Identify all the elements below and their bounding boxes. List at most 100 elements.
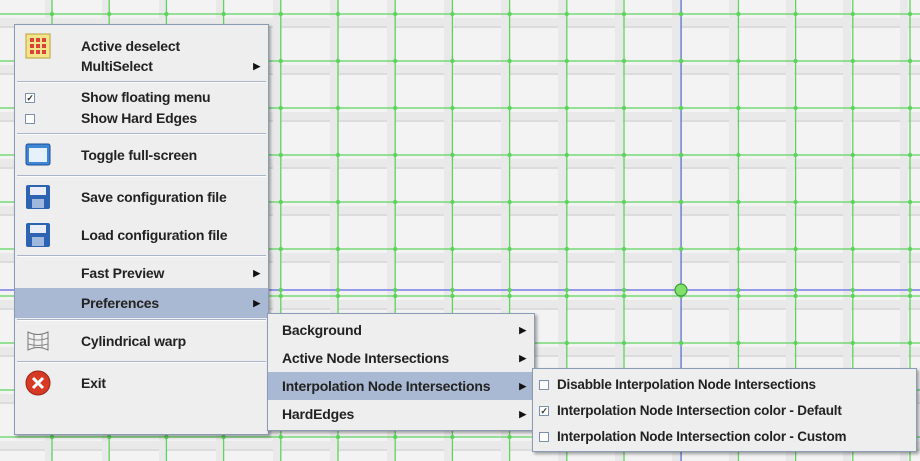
grid-node[interactable] [393,58,398,64]
grid-node[interactable] [850,58,855,64]
grid-node[interactable] [49,11,55,17]
grid-node[interactable] [621,105,627,111]
grid-node[interactable] [507,105,512,111]
grid-node[interactable] [850,11,855,17]
grid-node[interactable] [907,287,913,293]
grid-node[interactable] [278,152,283,158]
grid-node[interactable] [907,340,913,346]
grid-node[interactable] [678,199,684,205]
grid-node[interactable] [278,199,283,205]
grid-node[interactable] [736,11,741,17]
grid-node[interactable] [678,246,684,252]
menu-item-fast-preview[interactable]: Fast Preview ▶ [15,258,268,288]
grid-node[interactable] [450,105,455,111]
grid-node[interactable] [793,11,798,17]
grid-node[interactable] [736,58,741,64]
grid-node[interactable] [564,287,569,293]
grid-node[interactable] [164,434,169,440]
grid-node[interactable] [850,105,855,111]
grid-node[interactable] [736,105,741,111]
grid-node[interactable] [850,287,855,293]
grid-node[interactable] [564,340,569,346]
grid-node[interactable] [450,434,455,440]
grid-node[interactable] [736,340,741,346]
menu-item-multiselect[interactable]: MultiSelect ▶ [15,53,268,80]
grid-node[interactable] [736,152,741,158]
grid-node[interactable] [507,287,512,293]
grid-node[interactable] [621,340,627,346]
grid-node[interactable] [335,199,341,205]
grid-node[interactable] [907,293,913,299]
grid-node[interactable] [621,293,627,299]
active-node[interactable] [674,283,688,297]
grid-node[interactable] [450,11,455,17]
grid-node[interactable] [564,11,569,17]
grid-node[interactable] [335,11,341,17]
grid-node[interactable] [335,152,341,158]
grid-node[interactable] [335,293,341,299]
menu-item-background[interactable]: Background ▶ [268,316,534,344]
menu-item-preferences[interactable]: Preferences ▶ [15,288,268,318]
grid-node[interactable] [621,58,627,64]
grid-node[interactable] [49,434,55,440]
grid-node[interactable] [450,199,455,205]
grid-node[interactable] [736,246,741,252]
grid-node[interactable] [278,246,283,252]
grid-node[interactable] [278,287,283,293]
grid-node[interactable] [621,246,627,252]
grid-node[interactable] [393,287,398,293]
grid-node[interactable] [393,105,398,111]
menu-item-color-custom[interactable]: Interpolation Node Intersection color - … [533,424,916,450]
grid-node[interactable] [335,434,341,440]
grid-node[interactable] [678,58,684,64]
grid-node[interactable] [850,340,855,346]
grid-node[interactable] [164,11,169,17]
grid-node[interactable] [335,105,341,111]
grid-node[interactable] [278,105,283,111]
grid-node[interactable] [564,199,569,205]
menu-item-hardedges[interactable]: HardEdges ▶ [268,400,534,428]
grid-node[interactable] [107,434,112,440]
grid-node[interactable] [507,152,512,158]
menu-item-cylindrical-warp[interactable]: Cylindrical warp [15,322,268,360]
menu-item-color-default[interactable]: ✓ Interpolation Node Intersection color … [533,398,916,424]
grid-node[interactable] [564,105,569,111]
grid-node[interactable] [393,152,398,158]
grid-node[interactable] [278,58,283,64]
grid-node[interactable] [678,340,684,346]
grid-node[interactable] [393,293,398,299]
grid-node[interactable] [335,58,341,64]
grid-node[interactable] [507,246,512,252]
grid-node[interactable] [793,287,798,293]
grid-node[interactable] [221,434,226,440]
grid-node[interactable] [450,293,455,299]
grid-node[interactable] [678,152,684,158]
grid-node[interactable] [621,152,627,158]
grid-node[interactable] [107,11,112,17]
grid-node[interactable] [450,287,455,293]
grid-node[interactable] [393,246,398,252]
grid-node[interactable] [450,152,455,158]
grid-node[interactable] [564,246,569,252]
grid-node[interactable] [793,152,798,158]
grid-node[interactable] [564,152,569,158]
grid-node[interactable] [450,58,455,64]
grid-node[interactable] [850,293,855,299]
grid-node[interactable] [850,199,855,205]
grid-node[interactable] [793,340,798,346]
menu-item-load-configuration[interactable]: Load configuration file [15,216,268,254]
grid-node[interactable] [793,293,798,299]
grid-node[interactable] [907,11,913,17]
grid-node[interactable] [278,434,283,440]
grid-node[interactable] [507,434,512,440]
grid-node[interactable] [335,246,341,252]
grid-node[interactable] [793,105,798,111]
grid-node[interactable] [907,246,913,252]
grid-node[interactable] [907,199,913,205]
menu-item-show-hard-edges[interactable]: Show Hard Edges [15,105,268,132]
grid-node[interactable] [507,199,512,205]
grid-node[interactable] [621,11,627,17]
menu-item-interpolation-node-intersections[interactable]: Interpolation Node Intersections ▶ [268,372,534,400]
grid-node[interactable] [393,199,398,205]
grid-node[interactable] [450,246,455,252]
